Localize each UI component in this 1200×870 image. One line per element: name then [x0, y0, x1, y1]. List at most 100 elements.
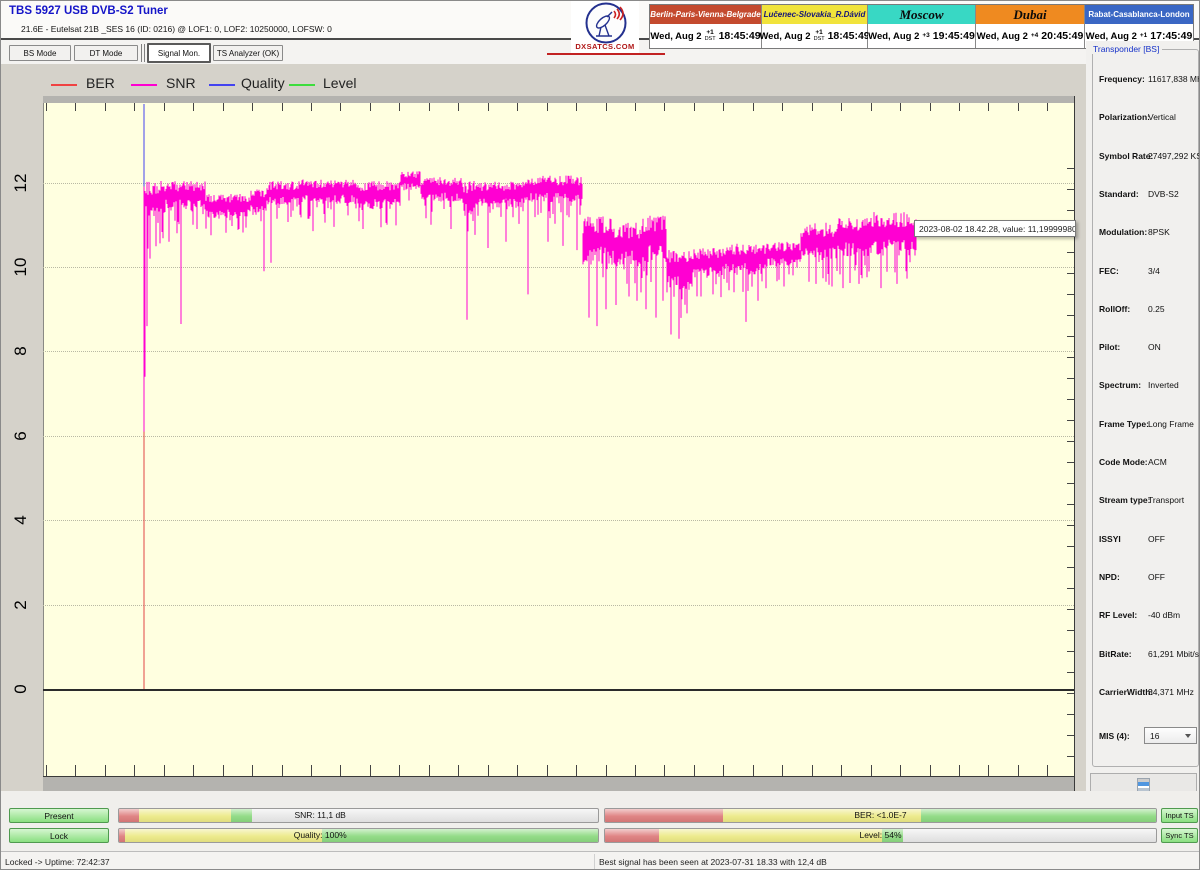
status-best-signal: Best signal has been seen at 2023-07-31 …	[599, 857, 827, 867]
offset-value: +3	[922, 33, 929, 40]
mis-selected-value: 16	[1150, 731, 1159, 741]
tuned-transponder-subtitle: 21.6E - Eutelsat 21B _SES 16 (ID: 0216) …	[21, 24, 332, 34]
bar-label: Quality: 100%	[294, 829, 347, 842]
field-label: Spectrum:	[1099, 380, 1141, 390]
bar-segment	[605, 829, 659, 842]
logo-text: DXSATCS.COM	[567, 42, 643, 51]
offset-value: +4	[1031, 33, 1038, 40]
clock-city: Lučenec-Slovakia_R.Dávid	[762, 5, 867, 24]
present-button[interactable]: Present	[9, 808, 109, 823]
clock-utc-offset: +1	[1140, 33, 1147, 40]
bar-segment	[119, 809, 139, 822]
clock-utc-offset: +1DST	[814, 30, 825, 42]
clock-date: Wed, Aug 2	[1086, 31, 1137, 42]
clock-hms: 18:45:49	[719, 30, 761, 42]
tab-signal-mon[interactable]: Signal Mon.	[147, 43, 211, 63]
clock-time: Wed, Aug 2+420:45:49	[976, 24, 1084, 48]
bar-segment	[125, 829, 322, 842]
sync-ts-button[interactable]: Sync TS	[1161, 828, 1198, 843]
field-label: RollOff:	[1099, 304, 1130, 314]
field-label: NPD:	[1099, 572, 1120, 582]
app-window: TBS 5927 USB DVB-S2 Tuner 21.6E - Eutels…	[0, 0, 1200, 870]
clock-time: Wed, Aug 2 +1DST18:45:49	[650, 24, 761, 48]
status-separator	[594, 854, 595, 869]
value-tooltip: 2023-08-02 18.42.28, value: 11,199999809…	[914, 220, 1076, 237]
clock-cell: Moscow Wed, Aug 2+3 19:45:49	[868, 5, 976, 48]
field-value: 11617,838 MHz	[1148, 74, 1200, 84]
bar-segment	[605, 809, 723, 822]
field-label: Code Mode:	[1099, 457, 1148, 467]
clock-hms: 19:45:49	[933, 30, 975, 42]
bar-segment	[231, 809, 252, 822]
field-label: Polarization:	[1099, 112, 1150, 122]
field-label: Pilot:	[1099, 342, 1120, 352]
mis-label: MIS (4):	[1099, 731, 1130, 741]
clock-date: Wed, Aug 2	[759, 31, 810, 42]
field-value: 8PSK	[1148, 227, 1170, 237]
trace-canvas	[1, 64, 1086, 791]
field-value: ACM	[1148, 457, 1167, 467]
signal-chart: BERSNRQualityLevel 121086420 2023-08-02 …	[1, 64, 1086, 791]
tab-ts-analyzer-ok[interactable]: TS Analyzer (OK)	[213, 45, 283, 61]
clock-date: Wed, Aug 2	[977, 31, 1028, 42]
field-value: Inverted	[1148, 380, 1179, 390]
field-label: FEC:	[1099, 266, 1119, 276]
field-value: ON	[1148, 342, 1161, 352]
clock-city: Moscow	[868, 5, 975, 24]
field-value: 34,371 MHz	[1148, 687, 1194, 697]
ber-bar: BER: <1.0E-7	[604, 808, 1157, 823]
tab-bs-mode[interactable]: BS Mode	[9, 45, 71, 61]
bar-segment	[921, 809, 1156, 822]
clock-date: Wed, Aug 2	[650, 31, 701, 42]
clock-city: Dubai	[976, 5, 1084, 24]
field-label: Symbol Rate:	[1099, 151, 1153, 161]
offset-value: +1	[1140, 33, 1147, 40]
field-label: Stream type:	[1099, 495, 1151, 505]
bar-label: BER: <1.0E-7	[854, 809, 906, 822]
snr-bar: SNR: 11,1 dB	[118, 808, 599, 823]
field-label: Standard:	[1099, 189, 1139, 199]
field-value: -40 dBm	[1148, 610, 1180, 620]
signal-status-strip: Present Lock SNR: 11,1 dB Quality: 100% …	[1, 791, 1200, 851]
field-value: OFF	[1148, 534, 1165, 544]
status-uptime: Locked -> Uptime: 72:42:37	[5, 857, 110, 867]
clock-cell: Berlin-Paris-Vienna-BelgradeWed, Aug 2+1…	[650, 5, 762, 48]
tab-dt-mode[interactable]: DT Mode	[74, 45, 138, 61]
status-bar: Locked -> Uptime: 72:42:37 Best signal h…	[1, 851, 1200, 870]
field-value: 27497,292 KS/s	[1148, 151, 1200, 161]
input-ts-button[interactable]: Input TS	[1161, 808, 1198, 823]
level-bar: Level: 54%	[604, 828, 1157, 843]
clock-city: Rabat-Casablanca-London	[1085, 5, 1193, 24]
clock-utc-offset: +4	[1031, 33, 1038, 40]
field-label: RF Level:	[1099, 610, 1137, 620]
dst-flag: DST	[705, 37, 716, 43]
panel-title: Transponder [BS]	[1090, 44, 1162, 54]
chevron-down-icon	[1185, 734, 1191, 738]
field-label: CarrierWidth:	[1099, 687, 1153, 697]
clock-hms: 18:45:49	[828, 30, 870, 42]
clock-cell: Lučenec-Slovakia_R.Dávid Wed, Aug 2 +1DST1…	[762, 5, 868, 48]
field-label: ISSYI	[1099, 534, 1121, 544]
app-title: TBS 5927 USB DVB-S2 Tuner	[9, 5, 168, 17]
bar-segment	[139, 809, 230, 822]
snr-trace	[144, 171, 916, 431]
field-label: BitRate:	[1099, 649, 1132, 659]
clock-time: Wed, Aug 2 +1DST18:45:49	[762, 24, 867, 48]
clock-utc-offset: +1DST	[705, 30, 716, 42]
quality-bar: Quality: 100%	[118, 828, 599, 843]
field-label: Frequency:	[1099, 74, 1145, 84]
field-value: Transport	[1148, 495, 1184, 505]
bar-segment	[659, 829, 882, 842]
clock-hms: 20:45:49	[1041, 30, 1083, 42]
mis-select[interactable]: 16	[1144, 727, 1197, 744]
field-value: 3/4	[1148, 266, 1160, 276]
lock-button[interactable]: Lock	[9, 828, 109, 843]
tab-divider	[141, 44, 145, 62]
clock-cell: DubaiWed, Aug 2+420:45:49	[976, 5, 1085, 48]
field-label: Modulation:	[1099, 227, 1147, 237]
bar-segment	[322, 829, 598, 842]
field-label: Frame Type:	[1099, 419, 1149, 429]
field-value: OFF	[1148, 572, 1165, 582]
clock-date: Wed, Aug 2	[868, 31, 919, 42]
bar-label: Level: 54%	[859, 829, 901, 842]
